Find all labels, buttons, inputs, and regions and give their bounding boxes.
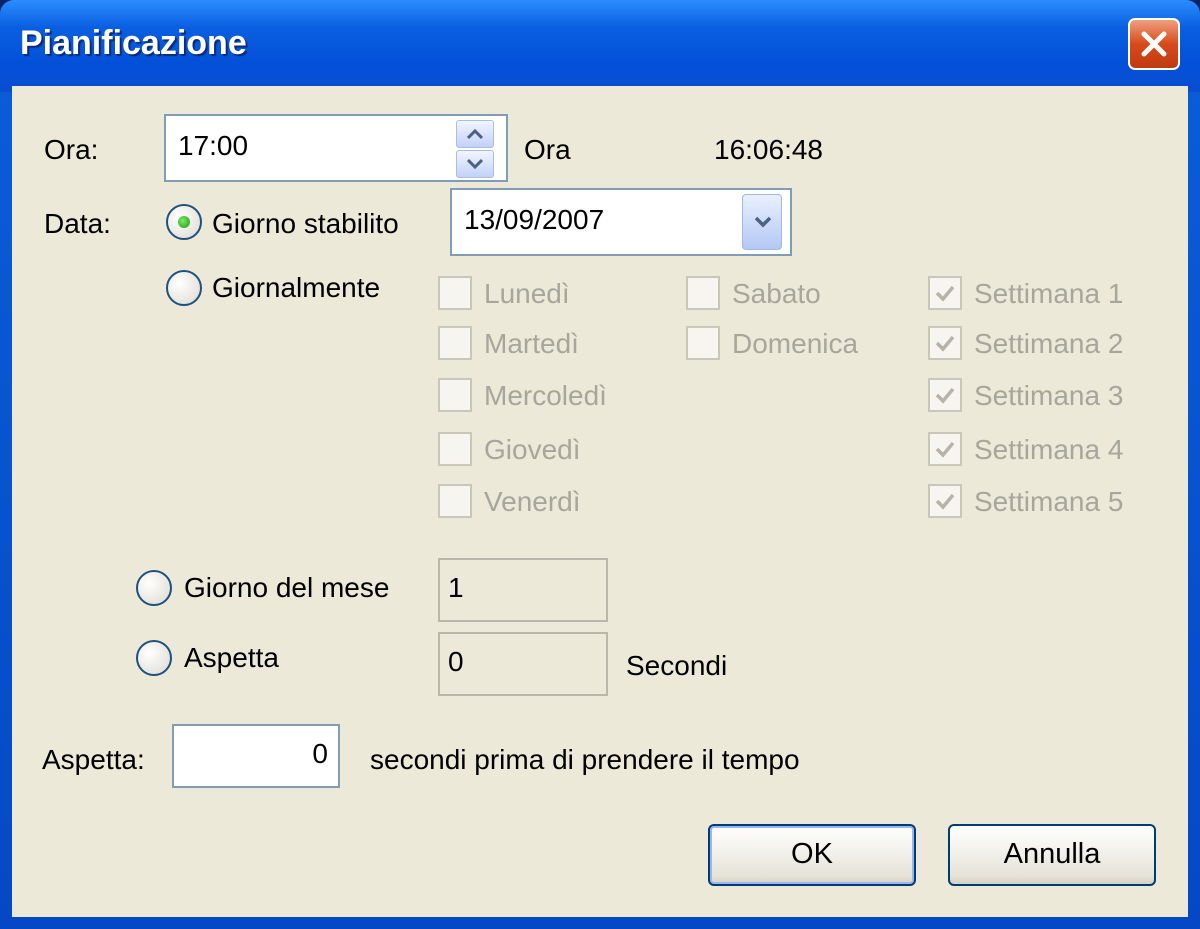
dialog-window: Pianificazione Ora: 17:00 Ora 16:06:48 D… — [0, 0, 1200, 929]
day-label: Martedì — [484, 328, 579, 359]
window-title: Pianificazione — [20, 24, 247, 62]
time-input[interactable]: 17:00 — [164, 114, 508, 182]
fixed-day-date-picker[interactable]: 13/09/2007 — [450, 188, 792, 256]
checkmark-icon — [935, 441, 955, 458]
wait-label: Aspetta — [184, 642, 279, 673]
cancel-button[interactable]: Annulla — [948, 824, 1156, 886]
delay-input[interactable]: 0 — [172, 724, 340, 788]
day-checkbox-sabato[interactable] — [686, 276, 720, 310]
wait-unit-label: Secondi — [626, 650, 728, 681]
checkmark-icon — [935, 493, 955, 510]
day-checkbox-mercoledi[interactable] — [438, 378, 472, 412]
day-label: Sabato — [732, 278, 821, 309]
week-checkbox-1[interactable] — [928, 276, 962, 310]
current-time-label: Ora — [524, 134, 571, 165]
day-checkbox-venerdi[interactable] — [438, 484, 472, 518]
dialog-client-area: Ora: 17:00 Ora 16:06:48 Data: Giorno sta… — [12, 86, 1188, 917]
day-label: Lunedì — [484, 278, 570, 309]
week-checkbox-2[interactable] — [928, 326, 962, 360]
delay-suffix: secondi prima di prendere il tempo — [370, 744, 800, 775]
delay-label: Aspetta: — [42, 744, 145, 775]
daily-radio[interactable] — [166, 270, 202, 306]
ok-button[interactable]: OK — [708, 824, 916, 886]
month-day-input[interactable]: 1 — [438, 558, 608, 622]
week-label: Settimana 2 — [974, 328, 1124, 359]
daily-label: Giornalmente — [212, 272, 381, 303]
week-checkbox-3[interactable] — [928, 378, 962, 412]
month-day-value: 1 — [448, 572, 464, 603]
radio-selected-dot — [178, 216, 190, 228]
current-time-value: 16:06:48 — [714, 134, 823, 165]
month-day-label: Giorno del mese — [184, 572, 390, 603]
day-checkbox-giovedi[interactable] — [438, 432, 472, 466]
date-label: Data: — [44, 208, 111, 239]
wait-radio[interactable] — [136, 640, 172, 676]
time-spin-down[interactable] — [456, 150, 494, 178]
wait-seconds-value: 0 — [448, 646, 464, 677]
checkmark-icon — [935, 387, 955, 404]
delay-value: 0 — [312, 738, 328, 769]
week-checkbox-4[interactable] — [928, 432, 962, 466]
fixed-day-value: 13/09/2007 — [464, 204, 605, 235]
wait-seconds-input[interactable]: 0 — [438, 632, 608, 696]
day-label: Domenica — [732, 328, 859, 359]
time-spin-up[interactable] — [456, 120, 494, 148]
title-bar[interactable]: Pianificazione — [0, 0, 1200, 92]
date-dropdown-button[interactable] — [742, 194, 782, 250]
day-label: Giovedì — [484, 434, 581, 465]
checkmark-icon — [935, 285, 955, 302]
close-icon — [1141, 31, 1167, 57]
day-checkbox-domenica[interactable] — [686, 326, 720, 360]
week-label: Settimana 1 — [974, 278, 1124, 309]
checkmark-icon — [935, 335, 955, 352]
close-button[interactable] — [1128, 18, 1180, 70]
chevron-down-icon — [754, 216, 772, 228]
time-value: 17:00 — [178, 130, 249, 161]
fixed-day-label: Giorno stabilito — [212, 208, 399, 239]
week-label: Settimana 5 — [974, 486, 1124, 517]
day-checkbox-martedi[interactable] — [438, 326, 472, 360]
week-label: Settimana 4 — [974, 434, 1124, 465]
time-label: Ora: — [44, 134, 99, 165]
month-day-radio[interactable] — [136, 570, 172, 606]
arrow-down-icon — [467, 158, 483, 170]
week-checkbox-5[interactable] — [928, 484, 962, 518]
day-checkbox-lunedi[interactable] — [438, 276, 472, 310]
fixed-day-radio[interactable] — [166, 204, 202, 240]
day-label: Venerdì — [484, 486, 581, 517]
day-label: Mercoledì — [484, 380, 607, 411]
arrow-up-icon — [467, 128, 483, 140]
week-label: Settimana 3 — [974, 380, 1124, 411]
